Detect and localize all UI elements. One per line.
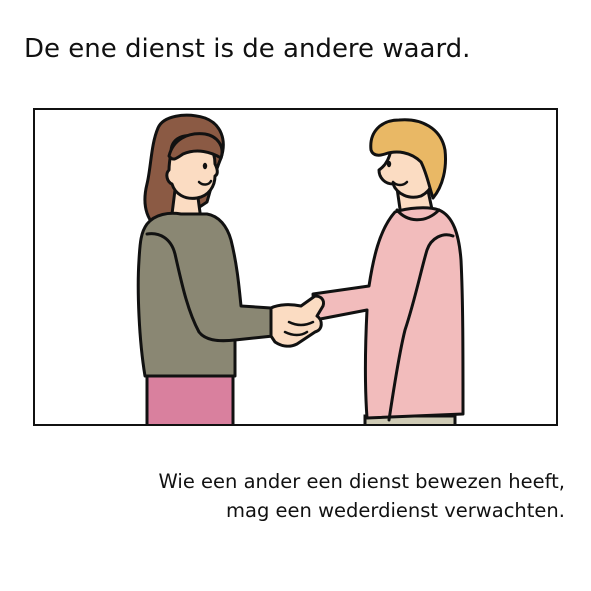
handshake-illustration-icon xyxy=(136,113,465,424)
caption-line-1: Wie een ander een dienst bewezen heeft, xyxy=(158,470,565,493)
woman-figure xyxy=(136,113,275,424)
pictogram-card: De ene dienst is de andere waard. Wie ee… xyxy=(0,0,591,591)
page-title: De ene dienst is de andere waard. xyxy=(24,34,471,64)
illustration-frame xyxy=(33,108,558,426)
caption-line-2: mag een wederdienst verwachten. xyxy=(226,499,565,522)
handshake xyxy=(269,294,325,348)
man-figure xyxy=(311,118,465,424)
caption: Wie een ander een dienst bewezen heeft, … xyxy=(25,467,565,525)
